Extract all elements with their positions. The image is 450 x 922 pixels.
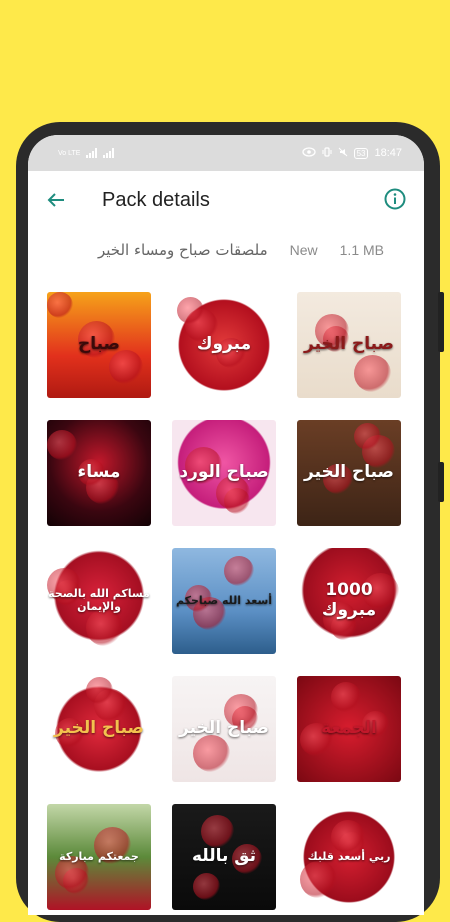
sticker-text: صباح الخير — [304, 334, 394, 355]
sticker-text: أسعد الله صباحكم — [175, 593, 273, 607]
rose-decoration — [86, 609, 123, 646]
rose-decoration — [86, 677, 113, 704]
volume-button — [438, 292, 444, 352]
rose-decoration — [177, 297, 204, 324]
rose-decoration — [331, 682, 361, 712]
rose-decoration — [331, 820, 365, 854]
pack-status: New — [289, 242, 318, 258]
arrow-left-icon[interactable] — [44, 188, 68, 212]
sticker-item[interactable]: صباح الخير — [297, 420, 401, 526]
status-bar: Vo LTE 53 18:47 — [28, 135, 424, 171]
sticker-item[interactable]: مساكم الله بالصحة والإيمان — [47, 548, 151, 654]
sticker-item[interactable]: صباح الخير — [47, 676, 151, 782]
rose-decoration — [109, 350, 143, 384]
sticker-text: صباح الورد — [179, 462, 269, 483]
rose-decoration — [224, 556, 254, 586]
sticker-text: مبروك — [196, 334, 252, 355]
rose-decoration — [300, 861, 337, 898]
pack-size: 1.1 MB — [339, 242, 384, 258]
signal-icon — [86, 148, 98, 158]
sticker-text: الجمعة — [321, 718, 377, 739]
sticker-item[interactable]: صباح الخير — [297, 292, 401, 398]
sticker-text: ثق بالله — [191, 846, 257, 867]
rose-decoration — [354, 423, 381, 450]
sticker-item[interactable]: أسعد الله صباحكم — [172, 548, 276, 654]
sticker-text: صباح الخير — [54, 718, 144, 739]
sticker-text: صباح الخير — [304, 462, 394, 483]
vibrate-icon — [322, 146, 332, 160]
info-icon[interactable] — [384, 188, 406, 210]
sticker-item[interactable]: جمعتكم مباركة — [47, 804, 151, 910]
sticker-item[interactable]: ربي أسعد قلبك — [297, 804, 401, 910]
power-button — [438, 462, 444, 502]
battery-icon: 53 — [353, 147, 369, 159]
pack-info-row: ملصقات صباح ومساء الخير New 1.1 MB — [28, 229, 424, 271]
sticker-text: صباح — [77, 334, 120, 355]
sticker-grid: صباح مبروك صباح الخير مساء صباح الورد صباح ال… — [47, 292, 407, 910]
sticker-text: مساكم الله بالصحة والإيمان — [48, 587, 150, 613]
signal-icon-2 — [103, 148, 115, 158]
screen: Vo LTE 53 18:47 Pack details ملصقات صباح… — [28, 135, 424, 915]
sticker-text: جمعتكم مباركة — [59, 849, 139, 863]
sticker-item[interactable]: صباح — [47, 292, 151, 398]
sticker-item[interactable]: الجمعة — [297, 676, 401, 782]
rose-decoration — [354, 355, 391, 392]
clock: 18:47 — [374, 147, 402, 159]
app-bar: Pack details — [28, 171, 424, 229]
sticker-item[interactable]: صباح الورد — [172, 420, 276, 526]
sticker-item[interactable]: صباح الخير — [172, 676, 276, 782]
rose-decoration — [193, 873, 220, 900]
sticker-text: ربي أسعد قلبك — [307, 849, 391, 863]
eye-icon — [301, 146, 316, 160]
page-title: Pack details — [102, 188, 210, 211]
sticker-item[interactable]: مساء — [47, 420, 151, 526]
pack-name: ملصقات صباح ومساء الخير — [98, 241, 268, 259]
mute-icon — [338, 147, 348, 160]
sticker-text: صباح الخير — [179, 718, 269, 739]
sticker-item[interactable]: ثق بالله — [172, 804, 276, 910]
rose-decoration — [201, 815, 234, 848]
sticker-text: 1000 مبروك — [321, 580, 377, 620]
sticker-text: مساء — [77, 462, 121, 483]
sticker-item[interactable]: 1000 مبروك — [297, 548, 401, 654]
rose-decoration — [47, 430, 77, 460]
rose-decoration — [193, 735, 230, 772]
sticker-item[interactable]: مبروك — [172, 292, 276, 398]
network-label: Vo LTE — [58, 149, 81, 157]
rose-decoration — [47, 292, 73, 318]
